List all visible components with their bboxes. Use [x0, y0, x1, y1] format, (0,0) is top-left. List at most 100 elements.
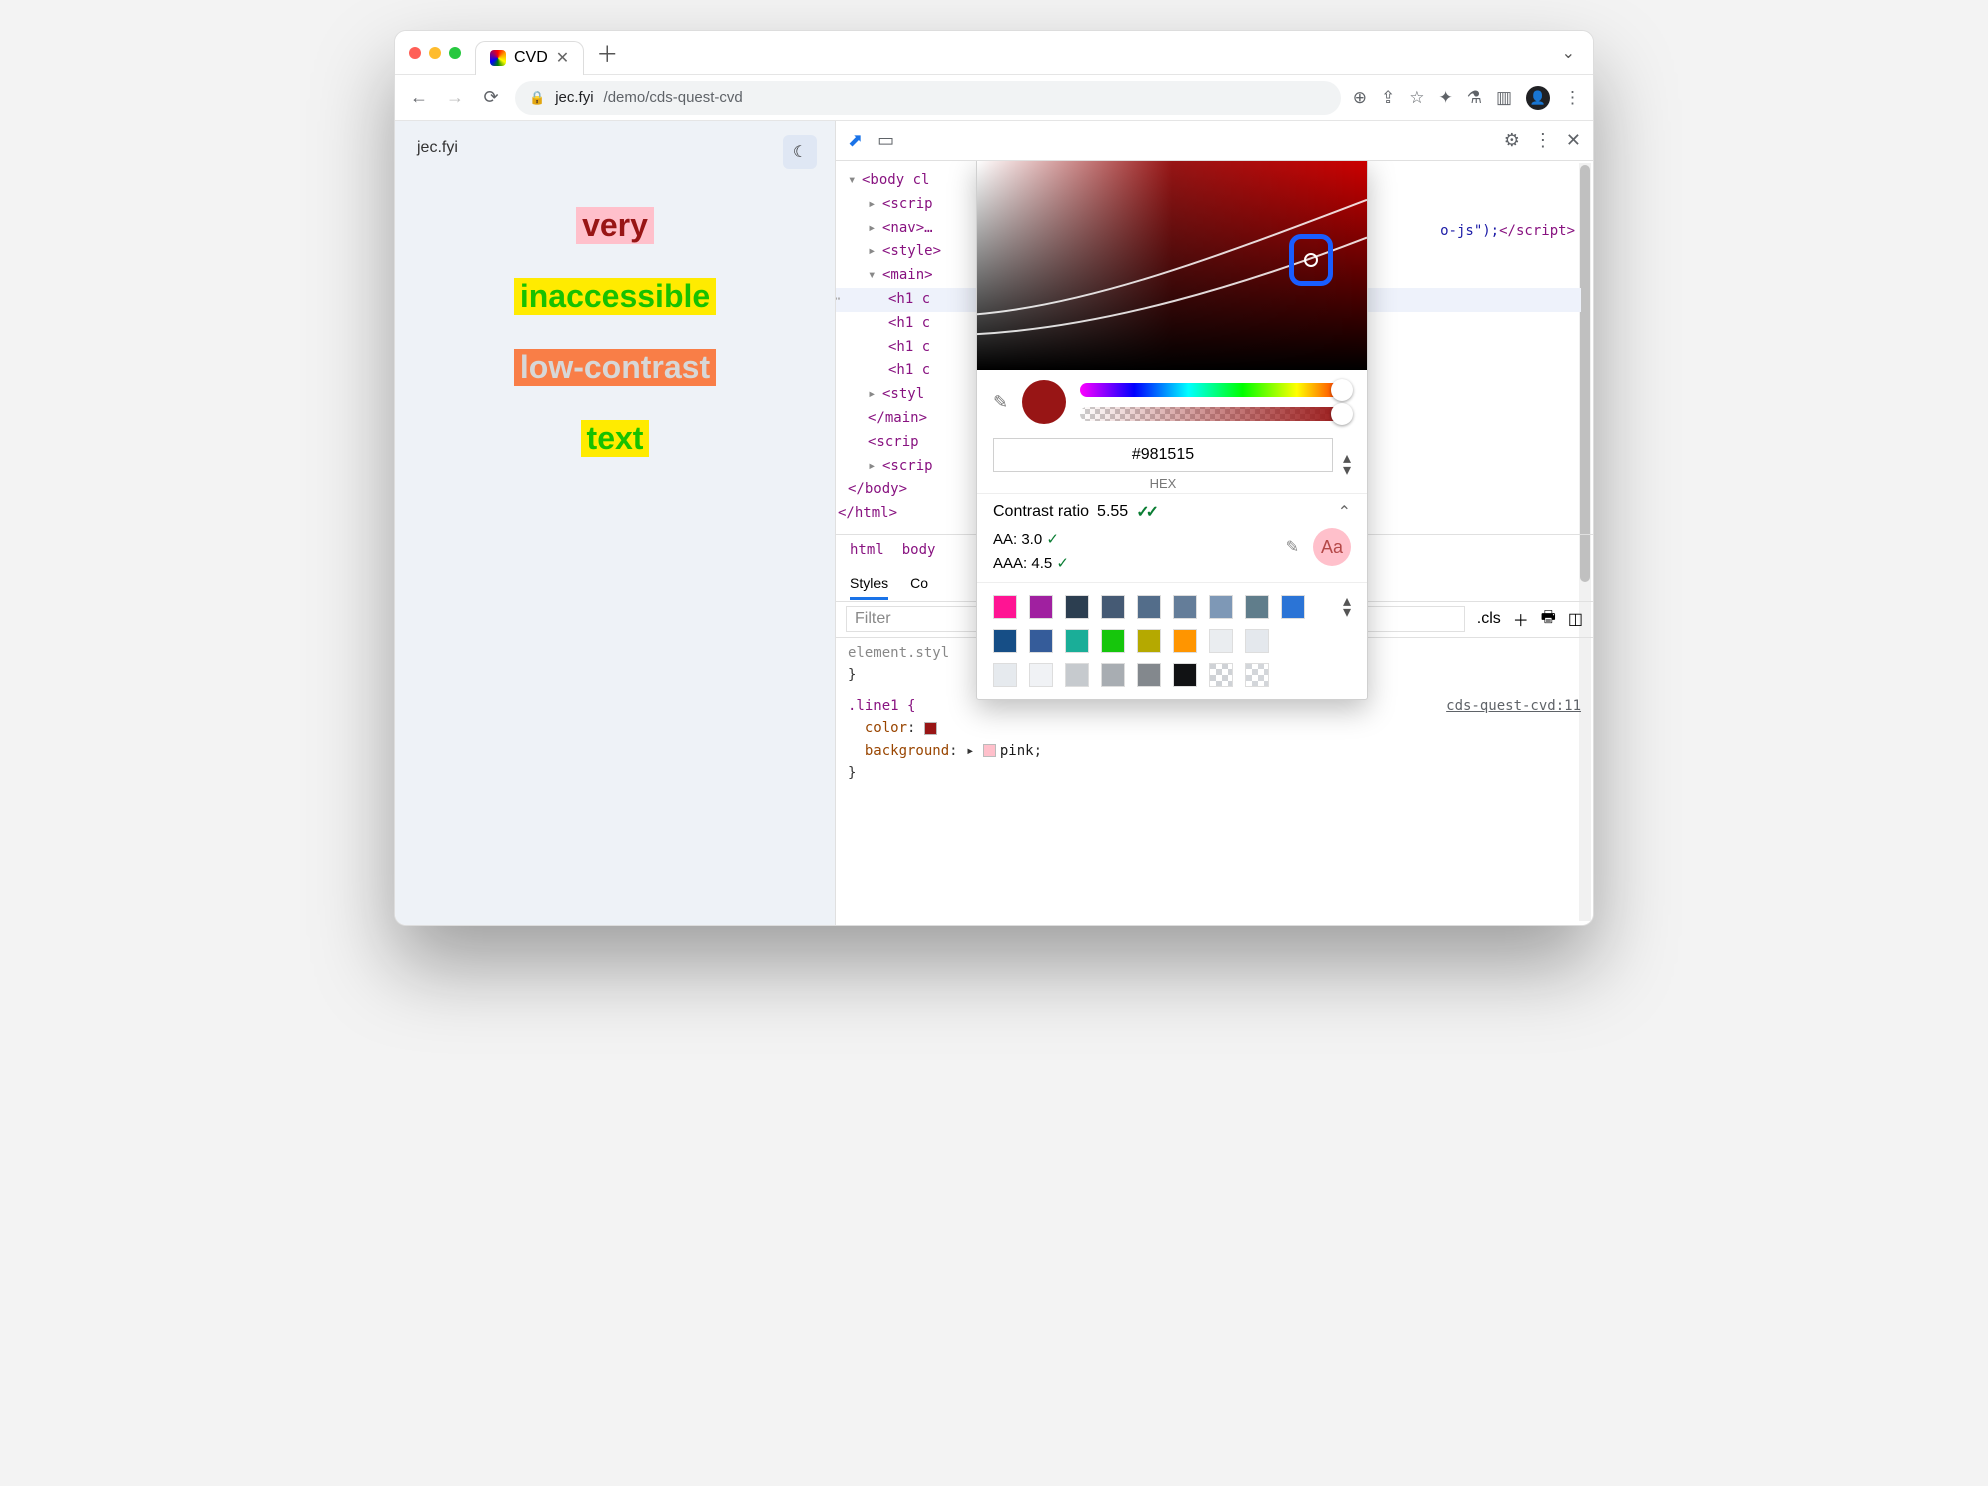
- palette-swatch[interactable]: [1281, 595, 1305, 619]
- palette-swatch[interactable]: [1101, 595, 1125, 619]
- source-link[interactable]: cds-quest-cvd:11: [1446, 695, 1581, 717]
- bookmark-icon[interactable]: ☆: [1409, 88, 1424, 108]
- palette-swatch[interactable]: [1029, 629, 1053, 653]
- background-swatch[interactable]: [983, 744, 996, 757]
- color-picker-popover: ✎ HEX ▴▾: [976, 161, 1368, 700]
- palette-swatch[interactable]: [1101, 629, 1125, 653]
- new-tab-button[interactable]: ＋: [584, 37, 630, 69]
- spectrum-handle[interactable]: [1289, 234, 1333, 286]
- palette-swatch[interactable]: [1029, 595, 1053, 619]
- pick-fg-icon[interactable]: ✎: [1286, 537, 1299, 557]
- back-button[interactable]: ←: [407, 87, 431, 108]
- hue-slider[interactable]: [1080, 383, 1351, 397]
- cls-toggle[interactable]: .cls: [1477, 610, 1501, 628]
- palette-swatch[interactable]: [993, 629, 1017, 653]
- palette-swatch[interactable]: [1137, 629, 1161, 653]
- window-titlebar: CVD ✕ ＋ ⌄: [395, 31, 1593, 75]
- palette-swatch[interactable]: [1245, 595, 1269, 619]
- devtools-toolbar: ⬈ ▭ ⚙ ⋮ ✕: [836, 121, 1593, 161]
- sidepanel-icon[interactable]: ▥: [1496, 88, 1512, 108]
- palette-swatch[interactable]: [1029, 663, 1053, 687]
- labs-icon[interactable]: ⚗: [1467, 88, 1482, 108]
- demo-line-2: inaccessible: [514, 278, 716, 315]
- tabs-dropdown[interactable]: ⌄: [1544, 43, 1593, 63]
- palette-swatch[interactable]: [1245, 663, 1269, 687]
- window-close-dot[interactable]: [409, 47, 421, 59]
- devtools-panel: ⬈ ▭ ⚙ ⋮ ✕ o-js");</script> <body cl <scr…: [835, 121, 1593, 925]
- url-path: /demo/cds-quest-cvd: [604, 89, 743, 106]
- close-devtools-icon[interactable]: ✕: [1566, 130, 1581, 151]
- contrast-value: 5.55: [1097, 503, 1128, 521]
- color-spectrum[interactable]: [977, 161, 1367, 370]
- window-zoom-dot[interactable]: [449, 47, 461, 59]
- script-fragment: o-js");</script>: [1440, 223, 1575, 239]
- browser-window: CVD ✕ ＋ ⌄ ← → ⟳ 🔒 jec.fyi/demo/cds-quest…: [394, 30, 1594, 926]
- palette-swatch[interactable]: [993, 663, 1017, 687]
- alpha-slider[interactable]: [1080, 407, 1351, 421]
- add-rule-button[interactable]: ＋: [1513, 607, 1529, 631]
- window-minimize-dot[interactable]: [429, 47, 441, 59]
- palette-switch[interactable]: ▴▾: [1317, 596, 1351, 618]
- contrast-label: Contrast ratio: [993, 503, 1089, 521]
- current-color-swatch: [1022, 380, 1066, 424]
- crumb-body[interactable]: body: [902, 542, 936, 558]
- moon-icon: ☾: [793, 142, 807, 162]
- tab-computed[interactable]: Co: [910, 575, 928, 591]
- tab-styles[interactable]: Styles: [850, 575, 888, 600]
- panel-toggle-icon[interactable]: ◫: [1568, 609, 1583, 629]
- reload-button[interactable]: ⟳: [479, 87, 503, 108]
- tab-title: CVD: [514, 49, 548, 67]
- browser-tab[interactable]: CVD ✕: [475, 41, 584, 75]
- palette-swatch[interactable]: [993, 595, 1017, 619]
- rendered-page: jec.fyi ☾ very inaccessible low-contrast…: [395, 121, 835, 925]
- url-host: jec.fyi: [555, 89, 593, 106]
- color-palette: ▴▾: [977, 582, 1367, 699]
- omnibox[interactable]: 🔒 jec.fyi/demo/cds-quest-cvd: [515, 81, 1341, 115]
- forward-button[interactable]: →: [443, 87, 467, 108]
- aaa-level: AAA: 4.5: [993, 555, 1052, 572]
- demo-line-4: text: [581, 420, 650, 457]
- browser-toolbar: ← → ⟳ 🔒 jec.fyi/demo/cds-quest-cvd ⊕ ⇪ ☆…: [395, 75, 1593, 121]
- format-switch[interactable]: ▴▾: [1343, 453, 1351, 475]
- close-icon[interactable]: ✕: [556, 48, 569, 68]
- lock-icon: 🔒: [529, 90, 545, 106]
- inspect-icon[interactable]: ⬈: [848, 130, 863, 151]
- palette-swatch[interactable]: [1173, 595, 1197, 619]
- hex-input[interactable]: [993, 438, 1333, 472]
- zoom-icon[interactable]: ⊕: [1353, 88, 1367, 108]
- print-icon[interactable]: 🖶: [1541, 606, 1556, 633]
- palette-swatch[interactable]: [1065, 663, 1089, 687]
- palette-swatch[interactable]: [1245, 629, 1269, 653]
- device-icon[interactable]: ▭: [877, 130, 894, 151]
- page-title: jec.fyi: [417, 139, 813, 157]
- eyedropper-icon[interactable]: ✎: [993, 392, 1008, 413]
- aa-level: AA: 3.0: [993, 531, 1042, 548]
- hex-label: HEX: [993, 476, 1333, 491]
- color-swatch[interactable]: [924, 722, 937, 735]
- profile-avatar[interactable]: 👤: [1526, 86, 1550, 110]
- palette-swatch[interactable]: [1137, 663, 1161, 687]
- share-icon[interactable]: ⇪: [1381, 88, 1395, 108]
- palette-swatch[interactable]: [1209, 595, 1233, 619]
- palette-swatch[interactable]: [1101, 663, 1125, 687]
- tab-favicon: [490, 50, 506, 66]
- crumb-html[interactable]: html: [850, 542, 884, 558]
- contrast-sample: Aa: [1313, 528, 1351, 566]
- palette-swatch[interactable]: [1173, 629, 1197, 653]
- palette-swatch[interactable]: [1065, 595, 1089, 619]
- kebab-icon[interactable]: ⋮: [1534, 130, 1552, 151]
- extensions-icon[interactable]: ✦: [1438, 88, 1452, 108]
- palette-swatch[interactable]: [1209, 663, 1233, 687]
- contrast-pass-icon: ✓✓: [1136, 502, 1155, 522]
- gear-icon[interactable]: ⚙: [1504, 130, 1520, 151]
- chrome-menu-icon[interactable]: ⋮: [1564, 88, 1581, 108]
- palette-swatch[interactable]: [1209, 629, 1233, 653]
- contrast-expand[interactable]: ⌃: [1338, 502, 1351, 522]
- palette-swatch[interactable]: [1065, 629, 1089, 653]
- demo-line-1: very: [576, 207, 654, 244]
- palette-swatch[interactable]: [1173, 663, 1197, 687]
- palette-swatch[interactable]: [1137, 595, 1161, 619]
- contrast-section: Contrast ratio 5.55 ✓✓ ⌃ AA: 3.0 ✓ AAA: …: [977, 493, 1367, 582]
- theme-toggle[interactable]: ☾: [783, 135, 817, 169]
- demo-line-3: low-contrast: [514, 349, 716, 386]
